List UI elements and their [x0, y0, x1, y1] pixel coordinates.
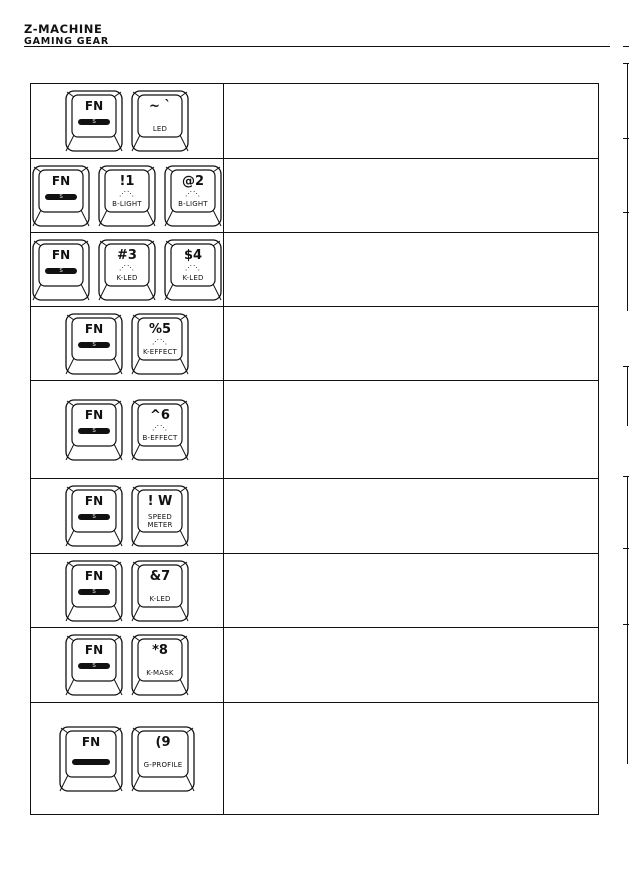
fn-bar-badge: S [78, 427, 110, 434]
fn-bar-badge: S [78, 341, 110, 348]
description-cell [223, 306, 599, 381]
key-sublabel: K-MASK [146, 669, 174, 677]
fn-bar-badge: S [78, 588, 110, 595]
key-sublabel: SPEED METER [147, 513, 173, 529]
key-combo-cell: FN S !1 ⋰⋱ B-LIGHT @2 ⋰⋱ B-LIGHT [30, 158, 224, 233]
key-legend: !1 [119, 173, 135, 189]
key-legend: FN [51, 173, 71, 188]
brand-logo: Z-MACHINE GAMING GEAR [24, 22, 109, 47]
table-row: FN S %5 ⋰⋱ K-EFFECT [30, 306, 599, 381]
key-combo-cell: FN S ~ ` LED [30, 83, 224, 159]
key-sublabel: K-EFFECT [142, 347, 178, 356]
table-row: FN S &7 K-LED [30, 553, 599, 628]
key-combo-cell: FN S %5 ⋰⋱ K-EFFECT [30, 306, 224, 381]
fn-bar-badge: S [78, 514, 110, 520]
table-row: FN S ! W SPEED METER [30, 478, 599, 554]
fn-key: FN S [65, 398, 123, 461]
description-cell [223, 232, 599, 307]
fn-key: FN S [65, 634, 123, 696]
function-key: $4 ⋰⋱ K-LED [164, 238, 222, 301]
key-sublabel: K-LED [182, 273, 204, 282]
key-legend: FN [84, 568, 104, 583]
key-sublabel: B-LIGHT [178, 199, 208, 208]
key-legend: &7 [149, 568, 171, 584]
light-dots-icon: ⋰⋱ [185, 190, 201, 198]
brand-line1: Z-MACHINE [24, 22, 103, 36]
key-combo-cell: FN S &7 K-LED [30, 553, 224, 628]
description-cell [223, 158, 599, 233]
key-legend: FN [84, 321, 104, 336]
key-legend: ! W [147, 494, 173, 509]
fn-key: FN S [65, 485, 123, 547]
table-row: FN S #3 ⋰⋱ K-LED $4 ⋰⋱ K-LED [30, 232, 599, 307]
key-legend: $4 [183, 247, 203, 263]
function-key: *8 K-MASK [131, 634, 189, 696]
brand-line2: GAMING GEAR [24, 35, 109, 47]
key-legend: ~ ` [149, 99, 171, 114]
key-legend: FN [81, 734, 101, 749]
key-legend: FN [84, 407, 104, 422]
key-legend: FN [84, 643, 104, 657]
key-legend: @2 [181, 173, 205, 189]
function-key: #3 ⋰⋱ K-LED [98, 238, 156, 301]
function-key: ^6 ⋰⋱ B-EFFECT [131, 398, 189, 461]
description-cell [223, 553, 599, 628]
fn-key-table: FN S ~ ` LED FN S !1 ⋰⋱ B-LIGHT @2 ⋰⋱ B-LIGHT FN S #3 ⋰… [30, 83, 599, 815]
key-legend: ^6 [150, 407, 170, 423]
key-sublabel: G-PROFILE [143, 760, 183, 769]
fn-bar-badge: S [78, 119, 110, 125]
description-cell [223, 478, 599, 554]
fn-key: FN [59, 725, 123, 792]
light-dots-icon: ⋰⋱ [119, 190, 135, 198]
key-combo-cell: FN S #3 ⋰⋱ K-LED $4 ⋰⋱ K-LED [30, 232, 224, 307]
description-cell [223, 380, 599, 479]
function-key: @2 ⋰⋱ B-LIGHT [164, 164, 222, 227]
function-key: &7 K-LED [131, 559, 189, 622]
key-sublabel: B-LIGHT [112, 199, 142, 208]
function-key: (9 G-PROFILE [131, 725, 195, 792]
table-row: FN S ^6 ⋰⋱ B-EFFECT [30, 380, 599, 479]
fn-key: FN S [65, 90, 123, 152]
key-sublabel: K-LED [116, 273, 138, 282]
fn-key: FN S [32, 164, 90, 227]
key-legend: %5 [148, 321, 172, 337]
key-sublabel: K-LED [149, 594, 171, 603]
fn-key: FN S [32, 238, 90, 301]
key-combo-cell: FN S ! W SPEED METER [30, 478, 224, 554]
light-dots-icon: ⋰⋱ [152, 424, 168, 432]
fn-bar-badge: S [45, 193, 77, 200]
light-dots-icon: ⋰⋱ [185, 264, 201, 272]
fn-bar-badge: S [45, 267, 77, 274]
key-legend: (9 [155, 734, 171, 750]
key-sublabel: B-EFFECT [142, 433, 178, 442]
description-cell [223, 627, 599, 703]
table-row: FN S !1 ⋰⋱ B-LIGHT @2 ⋰⋱ B-LIGHT [30, 158, 599, 233]
table-row: FN S ~ ` LED [30, 83, 599, 159]
key-combo-cell: FN (9 G-PROFILE [30, 702, 224, 815]
table-row: FN (9 G-PROFILE [30, 702, 599, 815]
function-key: !1 ⋰⋱ B-LIGHT [98, 164, 156, 227]
light-dots-icon: ⋰⋱ [119, 264, 135, 272]
key-combo-cell: FN S *8 K-MASK [30, 627, 224, 703]
key-legend: FN [51, 247, 71, 262]
function-key: ~ ` LED [131, 90, 189, 152]
description-cell [223, 702, 599, 815]
function-key: ! W SPEED METER [131, 485, 189, 547]
light-dots-icon: ⋰⋱ [152, 338, 168, 346]
description-cell [223, 83, 599, 159]
fn-bar-badge [72, 758, 110, 765]
fn-bar-badge: S [78, 663, 110, 669]
key-legend: FN [84, 494, 104, 508]
key-legend: #3 [117, 247, 137, 263]
fn-key: FN S [65, 312, 123, 375]
table-row: FN S *8 K-MASK [30, 627, 599, 703]
function-key: %5 ⋰⋱ K-EFFECT [131, 312, 189, 375]
key-sublabel: LED [152, 125, 168, 133]
header-rule [24, 46, 610, 47]
key-legend: FN [84, 99, 104, 113]
fn-key: FN S [65, 559, 123, 622]
key-legend: *8 [152, 643, 168, 658]
key-combo-cell: FN S ^6 ⋰⋱ B-EFFECT [30, 380, 224, 479]
